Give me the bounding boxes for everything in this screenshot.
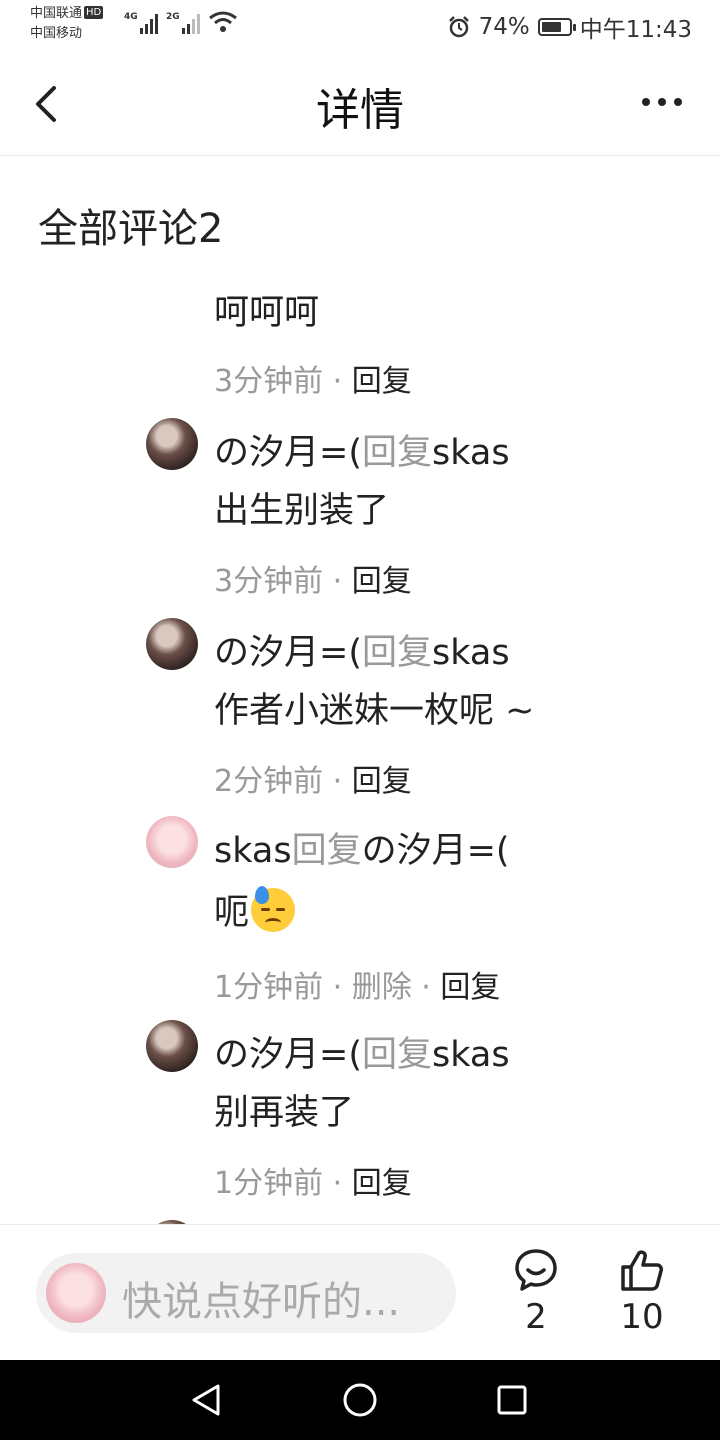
comment-time: 1分钟前 [214, 1166, 324, 1201]
reply-button[interactable]: 回复 [352, 1166, 412, 1201]
comment-text-content: 呃 [214, 893, 250, 933]
delete-button[interactable]: 删除 [352, 970, 412, 1005]
comment-author[interactable]: の汐月=( [214, 433, 362, 473]
user-avatar [46, 1263, 106, 1323]
separator: · [332, 564, 343, 599]
reply-word: 回复 [361, 1035, 432, 1075]
comment-icon [515, 1249, 557, 1291]
reply-target[interactable]: の汐月=( [362, 831, 510, 871]
page-title: 详情 [316, 85, 404, 136]
reply-target[interactable]: skas [432, 1035, 510, 1075]
carrier1-label: 中国联通 [30, 6, 83, 21]
separator: · [332, 970, 343, 1005]
top-bar: 详情 [0, 52, 720, 156]
comment-meta: 3分钟前 · 回复 [214, 356, 412, 400]
signal1-label: 4G [124, 12, 138, 22]
comment-header: の汐月=(回复skas [214, 424, 510, 475]
home-circle-icon[interactable] [340, 1380, 380, 1420]
carrier2-label: 中国移动 [30, 26, 83, 41]
avatar[interactable] [146, 1020, 198, 1072]
comment-header: の汐月=(回复skas [214, 624, 510, 675]
comment-author[interactable]: の汐月=( [214, 1035, 362, 1075]
reply-button[interactable]: 回复 [352, 364, 412, 399]
avatar[interactable] [146, 618, 198, 670]
reply-button[interactable]: 回复 [440, 970, 500, 1005]
separator: · [332, 364, 343, 399]
comment-text: 别再装了 [214, 1093, 355, 1133]
reply-word: 回复 [291, 831, 362, 871]
signal2-label: 2G [166, 12, 180, 22]
like-count: 10 [620, 1297, 664, 1337]
comment-meta: 1分钟前 · 回复 [214, 1158, 412, 1202]
comment-count-button[interactable]: 2 [496, 1247, 576, 1337]
reply-button[interactable]: 回复 [352, 764, 412, 799]
separator: · [332, 1166, 343, 1201]
separator: · [332, 764, 343, 799]
wifi-icon [209, 11, 237, 32]
comment-header: skas回复の汐月=( [214, 822, 510, 873]
comment-author[interactable]: skas [214, 831, 292, 871]
comment-meta: 2分钟前 · 回复 [214, 756, 412, 800]
avatar[interactable] [146, 816, 198, 868]
signal-icon: 2G [166, 10, 200, 34]
comment-input[interactable]: 快说点好听的... [36, 1253, 456, 1333]
comment-bar: 快说点好听的... 2 10 [0, 1224, 720, 1361]
thumbs-up-icon [621, 1250, 663, 1291]
more-options-icon[interactable] [642, 90, 690, 114]
alarm-icon [448, 16, 469, 38]
comment-time: 1分钟前 [214, 970, 324, 1005]
carrier-info: 中国联通 HD 中国移动 [30, 4, 104, 44]
recents-square-icon[interactable] [492, 1380, 532, 1420]
separator: · [421, 970, 431, 1005]
comment-time: 3分钟前 [214, 564, 324, 599]
signal-icon: 4G [124, 10, 158, 34]
battery-icon [537, 18, 576, 36]
comment-time: 3分钟前 [214, 364, 324, 399]
hd-badge: HD [84, 6, 104, 19]
status-bar: 中国联通 HD 中国移动 4G 2G 74% 中午11:43 [0, 0, 720, 52]
avatar[interactable] [146, 418, 198, 470]
comment-list: 呵呵呵 3分钟前 · 回复 の汐月=(回复skas 出生别装了 3分钟前 · 回… [0, 270, 720, 1224]
reply-target[interactable]: skas [432, 433, 510, 473]
comment-input-placeholder: 快说点好听的... [122, 1279, 401, 1325]
reply-word: 回复 [361, 633, 432, 673]
back-triangle-icon[interactable] [186, 1380, 226, 1420]
comment-text: 作者小迷妹一枚呢 ~ [214, 691, 535, 731]
comment-text: 呵呵呵 [214, 293, 320, 333]
comment-meta: 3分钟前 · 回复 [214, 556, 412, 600]
comments-section-title: 全部评论2 [38, 206, 224, 252]
sweat-face-emoji-icon [251, 886, 296, 932]
comment-author[interactable]: の汐月=( [214, 633, 362, 673]
navigation-bar [0, 1360, 720, 1440]
reply-button[interactable]: 回复 [352, 564, 412, 599]
comment-time: 2分钟前 [214, 764, 324, 799]
comment-header: の汐月=(回复skas [214, 1026, 510, 1077]
comment-text: 出生别装了 [214, 491, 390, 531]
comment-count: 2 [525, 1297, 547, 1337]
comment-meta: 1分钟前 · 删除 · 回复 [214, 962, 500, 1006]
battery-percent: 74% [478, 14, 530, 40]
like-button[interactable]: 10 [602, 1247, 682, 1337]
comment-text: 呃 [214, 884, 296, 935]
reply-word: 回复 [361, 433, 432, 473]
reply-target[interactable]: skas [432, 633, 510, 673]
clock: 中午11:43 [579, 17, 692, 43]
